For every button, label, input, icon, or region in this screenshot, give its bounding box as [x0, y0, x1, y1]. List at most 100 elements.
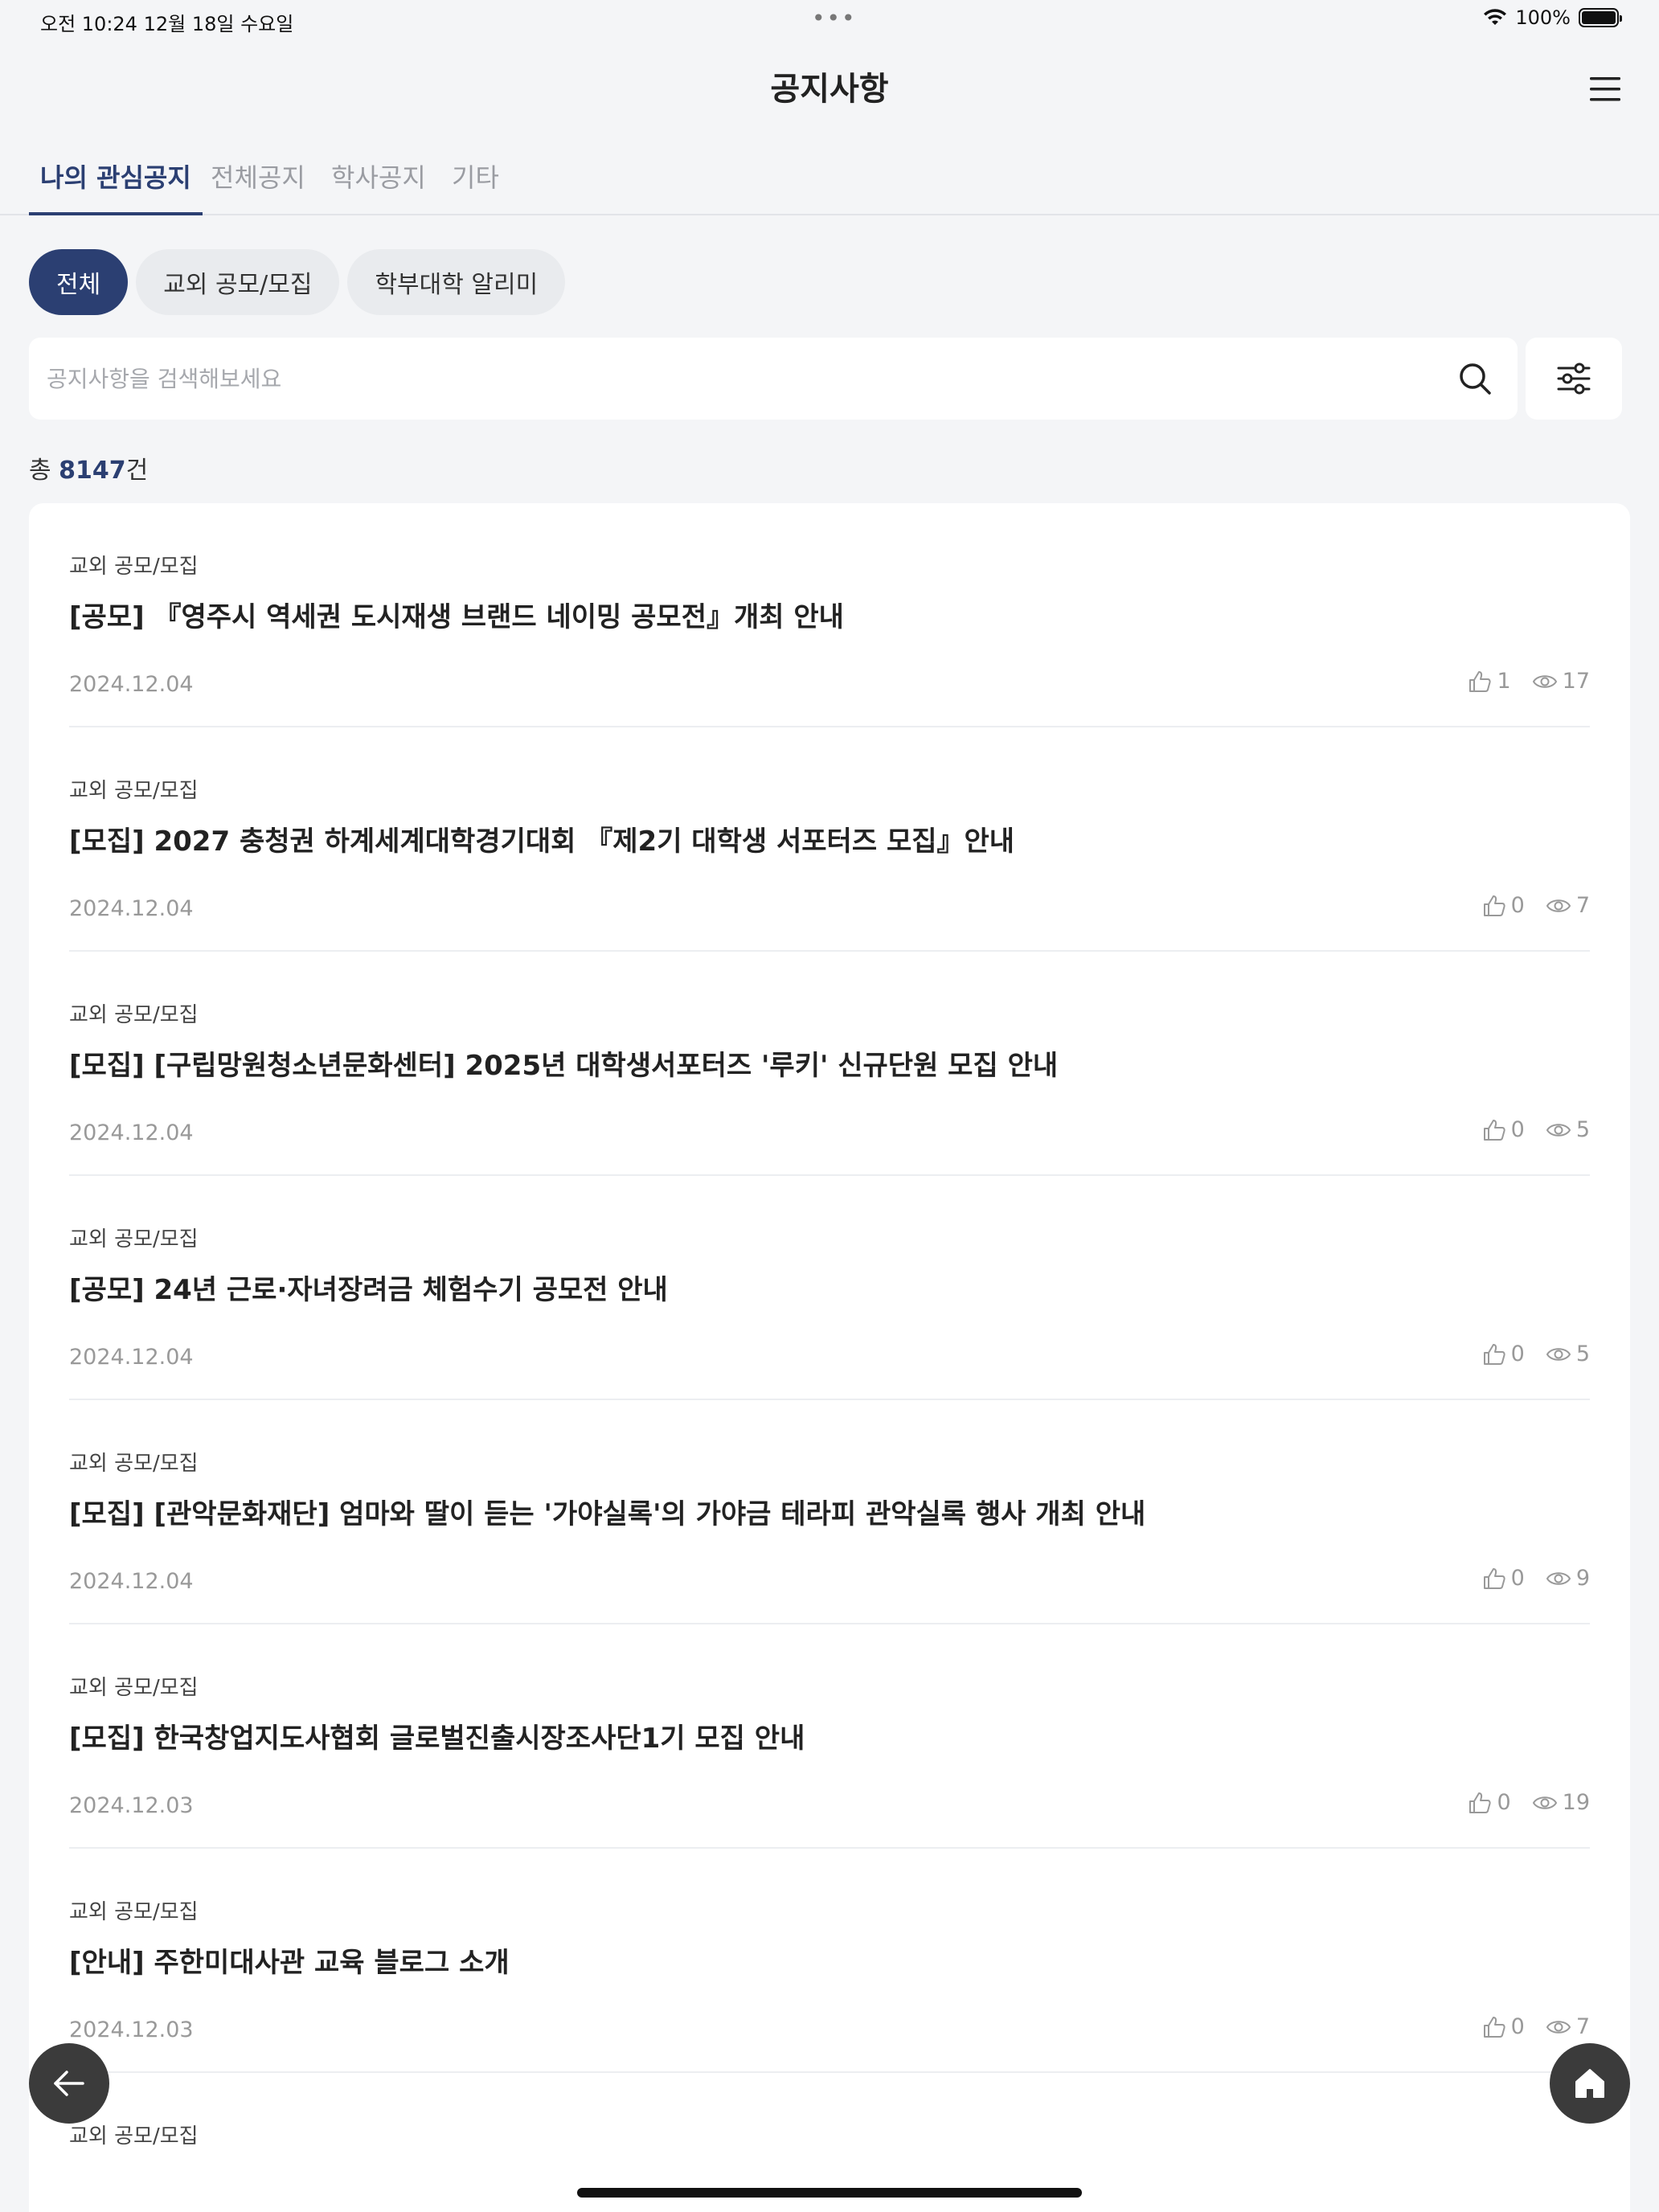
notice-list: 교외 공모/모집 [공모] 『영주시 역세권 도시재생 브랜드 네이밍 공모전』… — [29, 503, 1630, 2212]
like-count: 0 — [1497, 1790, 1511, 1815]
page-title: 공지사항 — [770, 71, 889, 108]
notice-title[interactable]: [공모] 24년 근로·자녀장려금 체험수기 공모전 안내 — [69, 1268, 668, 1307]
notice-stats: 0 19 — [1468, 1790, 1590, 1815]
notice-category: 교외 공모/모집 — [69, 555, 199, 579]
tab-academic[interactable]: 학사공지 — [331, 158, 426, 215]
search-bar — [29, 338, 1518, 420]
notice-category: 교외 공모/모집 — [69, 779, 199, 803]
filter-button[interactable] — [1526, 338, 1622, 420]
list-item[interactable]: 교외 공모/모집 [안내] 주한미대사관 교육 블로그 소개 2024.12.0… — [69, 1849, 1590, 2073]
list-item[interactable]: 교외 공모/모집 [공모] 24년 근로·자녀장려금 체험수기 공모전 안내 2… — [69, 1176, 1590, 1400]
wifi-icon — [1484, 9, 1507, 25]
eye-icon — [1532, 1796, 1557, 1809]
total-count-prefix: 총 — [29, 457, 59, 485]
status-time: 오전 10:24 12월 18일 수요일 — [40, 13, 294, 35]
chip-undergrad-alert[interactable]: 학부대학 알리미 — [347, 249, 566, 315]
notice-category: 교외 공모/모집 — [69, 1900, 199, 1924]
list-item[interactable]: 교외 공모/모집 [모집] 한국창업지도사협회 글로벌진출시장조사단1기 모집 … — [69, 1624, 1590, 1849]
notice-category: 교외 공모/모집 — [69, 1227, 199, 1251]
view-count: 9 — [1575, 1566, 1590, 1591]
like-count: 0 — [1510, 2014, 1525, 2039]
notice-title[interactable]: [안내] 주한미대사관 교육 블로그 소개 — [69, 1940, 510, 1980]
notice-title[interactable]: [공모] 『영주시 역세권 도시재생 브랜드 네이밍 공모전』개최 안내 — [69, 595, 844, 634]
eye-icon — [1546, 899, 1571, 912]
notice-stats: 0 9 — [1482, 1566, 1590, 1591]
notice-date: 2024.12.03 — [69, 1793, 194, 1818]
notice-stats: 1 17 — [1468, 669, 1590, 694]
notice-stats: 0 5 — [1482, 1342, 1590, 1366]
notice-category: 교외 공모/모집 — [69, 1003, 199, 1027]
view-count: 17 — [1562, 669, 1590, 694]
eye-icon — [1532, 674, 1557, 688]
notice-stats: 0 7 — [1482, 893, 1590, 918]
thumbs-up-icon[interactable] — [1482, 894, 1506, 918]
notice-stats: 0 5 — [1482, 1117, 1590, 1142]
chip-external-contest[interactable]: 교외 공모/모집 — [136, 249, 340, 315]
battery-percent: 100% — [1515, 6, 1571, 29]
notice-stats: 0 7 — [1482, 2014, 1590, 2039]
tab-etc[interactable]: 기타 — [452, 158, 499, 215]
like-count: 1 — [1497, 669, 1511, 694]
tab-all-notices[interactable]: 전체공지 — [211, 158, 305, 215]
arrow-left-icon — [54, 2071, 84, 2096]
view-count: 7 — [1575, 2014, 1590, 2039]
battery-icon — [1579, 8, 1622, 27]
hamburger-menu-icon — [1590, 77, 1620, 101]
notice-tabs: 나의 관심공지 전체공지 학사공지 기타 — [0, 145, 1659, 215]
back-button[interactable] — [29, 2043, 109, 2124]
filter-sliders-icon — [1557, 363, 1591, 395]
notice-date: 2024.12.04 — [69, 1120, 194, 1145]
notice-title[interactable]: [모집] 2027 충청권 하계세계대학경기대회 『제2기 대학생 서포터즈 모… — [69, 819, 1014, 858]
search-icon[interactable] — [1456, 360, 1493, 397]
notice-title[interactable]: [모집] [관악문화재단] 엄마와 딸이 듣는 '가야실록'의 가야금 테라피 … — [69, 1492, 1145, 1531]
status-bar: 오전 10:24 12월 18일 수요일 ••• 100% — [0, 0, 1659, 39]
eye-icon — [1546, 1123, 1571, 1137]
thumbs-up-icon[interactable] — [1468, 1791, 1492, 1815]
notice-title[interactable]: [모집] 한국창업지도사협회 글로벌진출시장조사단1기 모집 안내 — [69, 1716, 805, 1755]
status-right: 100% — [1483, 6, 1622, 29]
notice-date: 2024.12.04 — [69, 896, 194, 921]
thumbs-up-icon[interactable] — [1482, 2015, 1506, 2039]
list-item[interactable]: 교외 공모/모집 [공모] 『영주시 역세권 도시재생 브랜드 네이밍 공모전』… — [69, 503, 1590, 727]
notice-category: 교외 공모/모집 — [69, 2124, 199, 2149]
list-item[interactable]: 교외 공모/모집 [모집] [관악문화재단] 엄마와 딸이 듣는 '가야실록'의… — [69, 1400, 1590, 1624]
thumbs-up-icon[interactable] — [1482, 1118, 1506, 1142]
notice-date: 2024.12.04 — [69, 672, 194, 697]
view-count: 7 — [1575, 893, 1590, 918]
notice-page: 오전 10:24 12월 18일 수요일 ••• 100% 공지사항 나의 관심… — [0, 0, 1659, 2212]
notice-date: 2024.12.03 — [69, 2017, 194, 2042]
like-count: 0 — [1510, 1117, 1525, 1142]
notice-category: 교외 공모/모집 — [69, 1452, 199, 1476]
menu-button[interactable] — [1583, 68, 1627, 111]
list-item[interactable]: 교외 공모/모집 [모집] 2027 충청권 하계세계대학경기대회 『제2기 대… — [69, 727, 1590, 952]
total-count-suffix: 건 — [125, 457, 149, 485]
eye-icon — [1546, 1571, 1571, 1585]
home-indicator[interactable] — [577, 2188, 1082, 2198]
like-count: 0 — [1510, 893, 1525, 918]
view-count: 5 — [1575, 1117, 1590, 1142]
eye-icon — [1546, 2020, 1571, 2034]
thumbs-up-icon[interactable] — [1468, 670, 1492, 694]
notice-title[interactable]: [모집] [구립망원청소년문화센터] 2025년 대학생서포터즈 '루키' 신규… — [69, 1043, 1058, 1083]
chip-all[interactable]: 전체 — [29, 249, 129, 315]
notice-date: 2024.12.04 — [69, 1345, 194, 1370]
thumbs-up-icon[interactable] — [1482, 1342, 1506, 1366]
notice-date: 2024.12.04 — [69, 1569, 194, 1594]
category-chips: 전체 교외 공모/모집 학부대학 알리미 — [29, 249, 566, 315]
multitask-dots-icon[interactable]: ••• — [812, 5, 857, 31]
home-button[interactable] — [1550, 2043, 1630, 2124]
view-count: 19 — [1562, 1790, 1590, 1815]
like-count: 0 — [1510, 1566, 1525, 1591]
thumbs-up-icon[interactable] — [1482, 1567, 1506, 1591]
eye-icon — [1546, 1347, 1571, 1361]
home-icon — [1575, 2069, 1604, 2098]
like-count: 0 — [1510, 1342, 1525, 1366]
total-count-number: 8147 — [59, 457, 126, 485]
search-input[interactable] — [47, 338, 1413, 420]
total-count: 총 8147건 — [29, 450, 148, 485]
list-item[interactable]: 교외 공모/모집 [모집] [구립망원청소년문화센터] 2025년 대학생서포터… — [69, 952, 1590, 1176]
app-header: 공지사항 — [0, 48, 1659, 129]
view-count: 5 — [1575, 1342, 1590, 1366]
tab-my-interest[interactable]: 나의 관심공지 — [29, 158, 203, 215]
notice-category: 교외 공모/모집 — [69, 1676, 199, 1700]
